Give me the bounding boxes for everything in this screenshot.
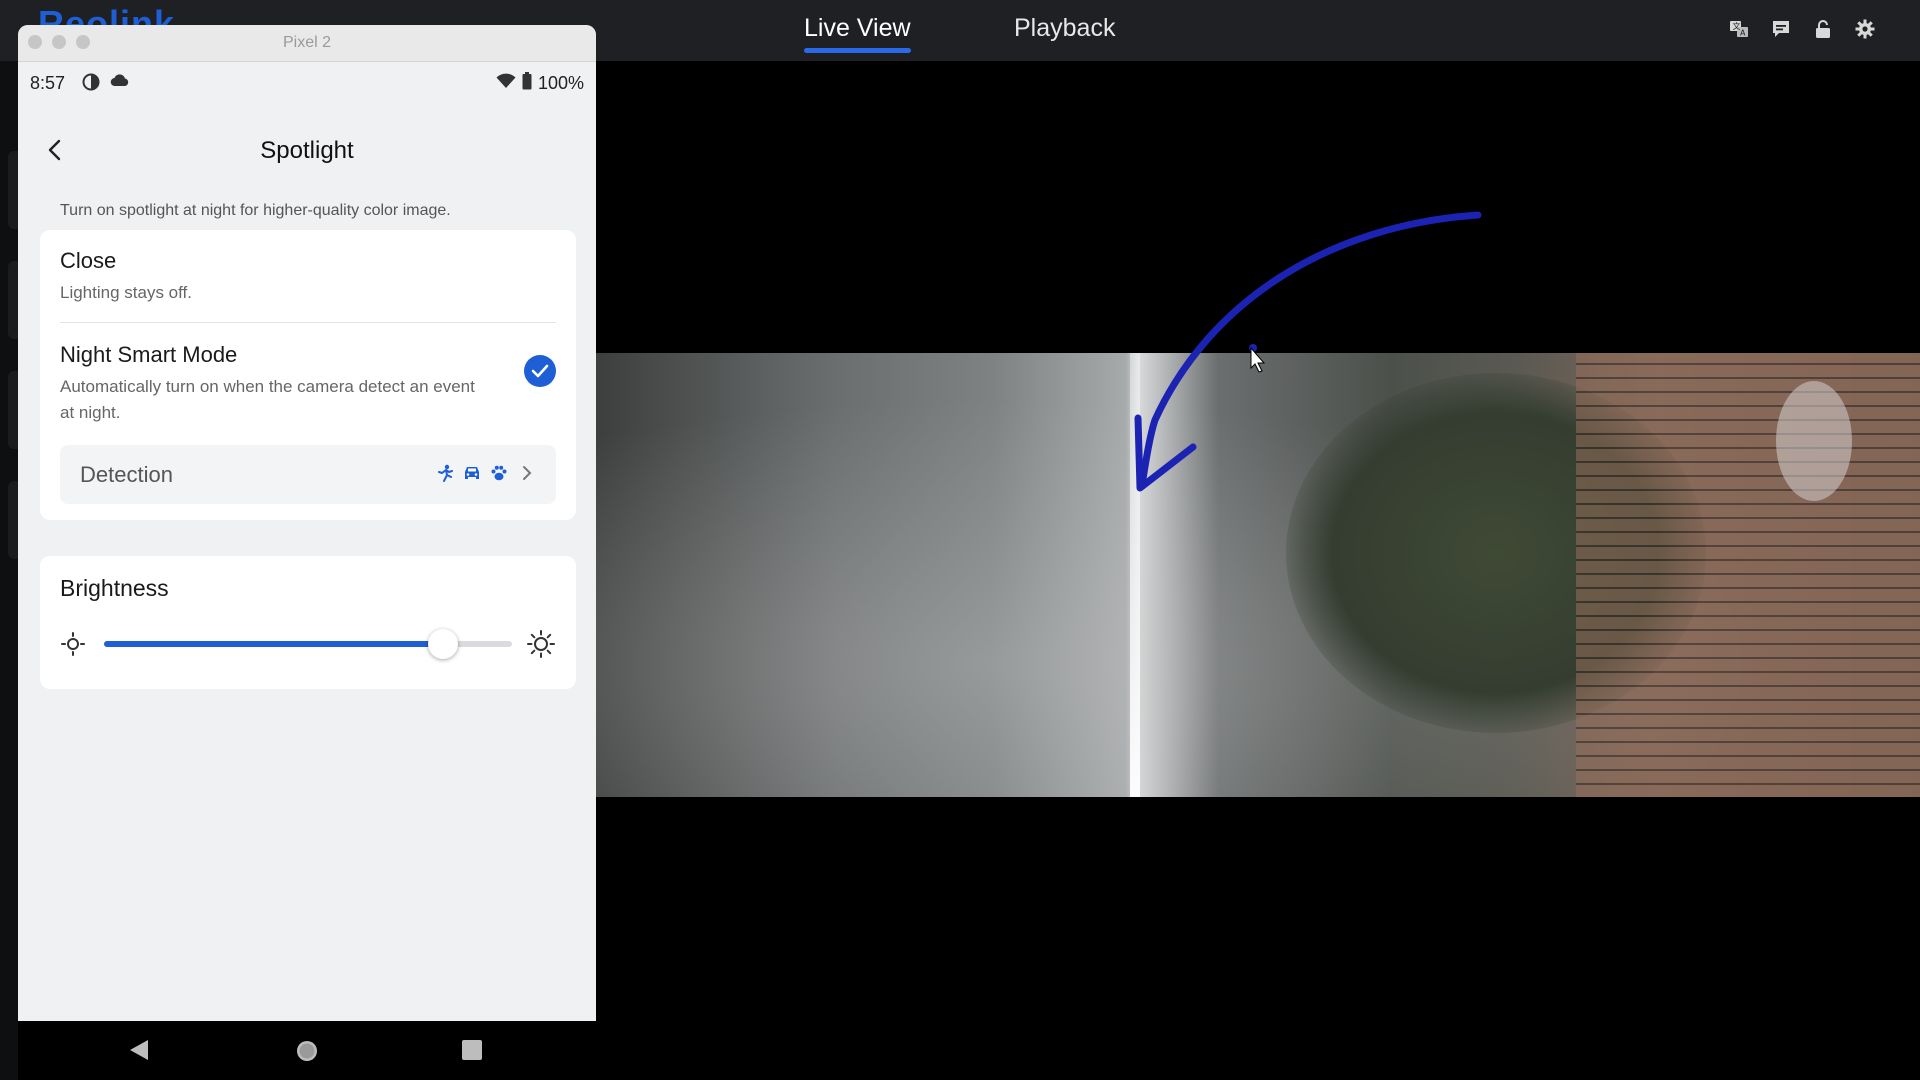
mouse-cursor-icon bbox=[1250, 346, 1266, 373]
annotation-arrow bbox=[1134, 211, 1482, 492]
